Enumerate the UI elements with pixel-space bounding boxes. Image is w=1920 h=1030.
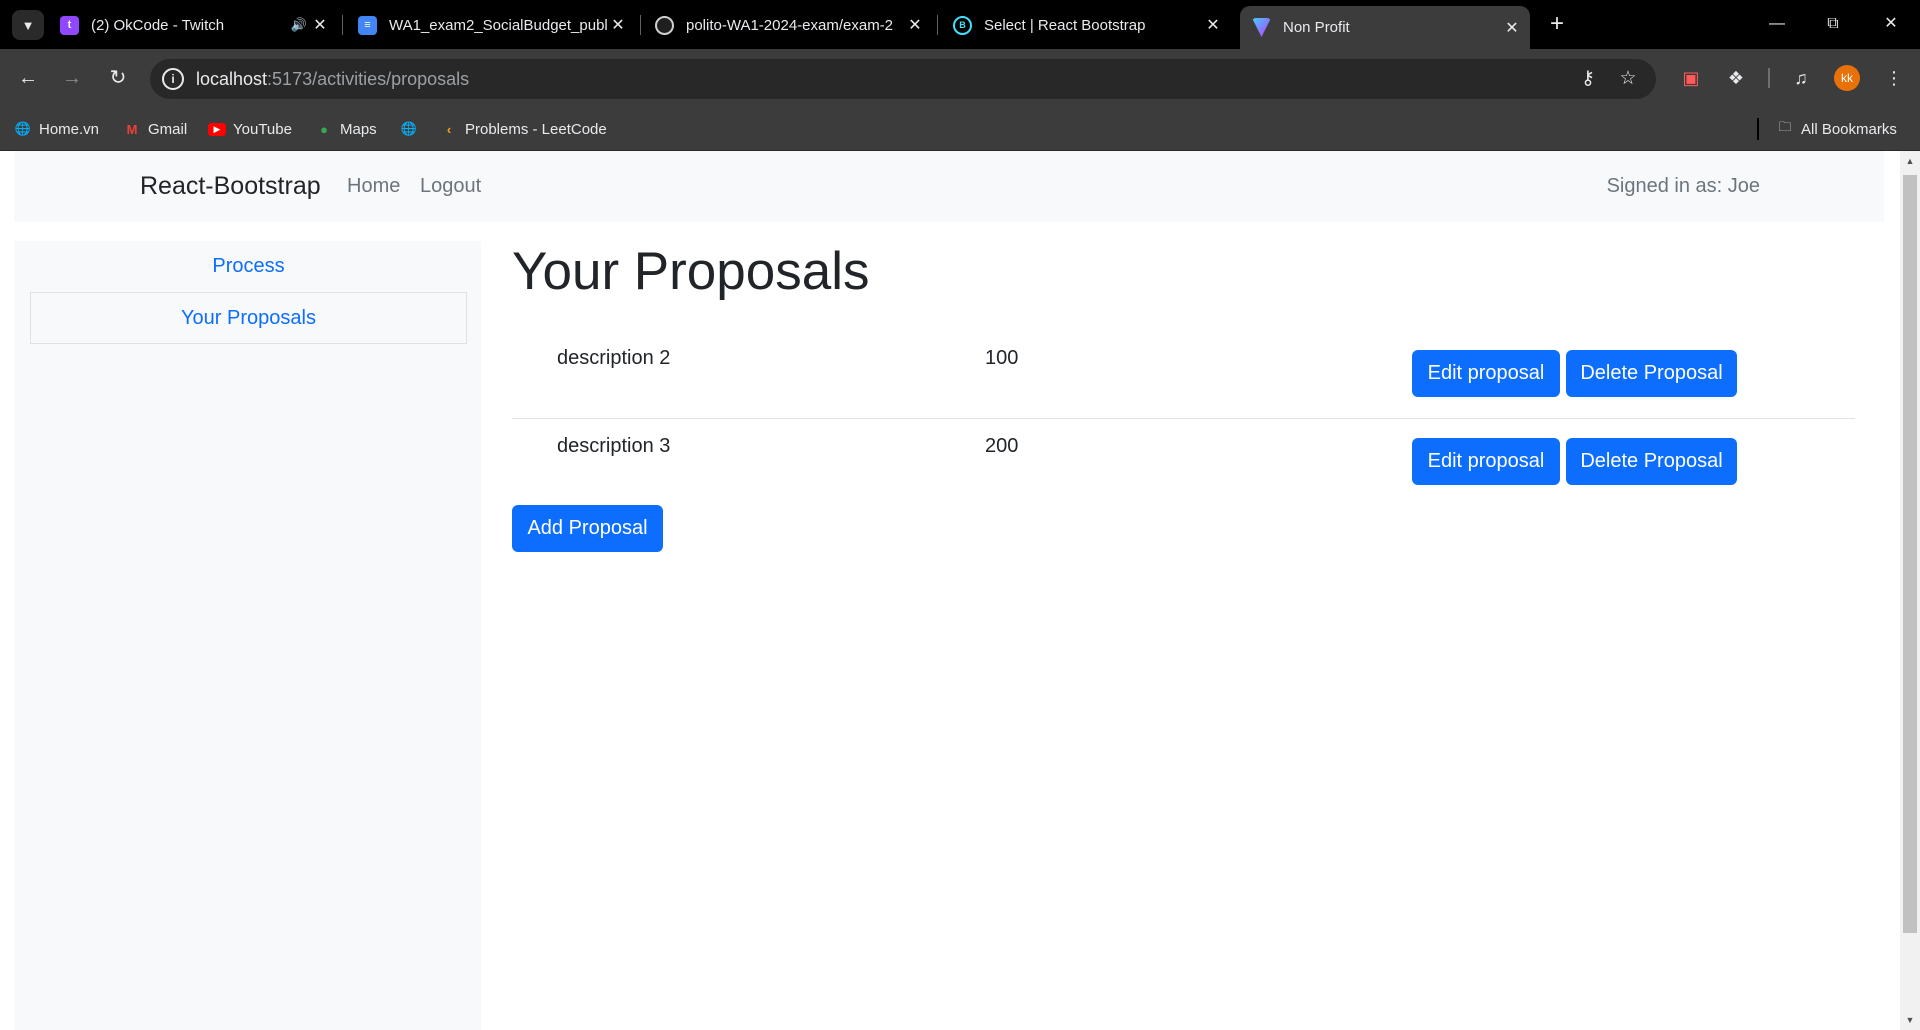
close-tab-icon[interactable]: ✕ (1502, 18, 1522, 38)
sidebar: Process Your Proposals (14, 241, 481, 1030)
browser-tab[interactable]: polito-WA1-2024-exam/exam-2 ✕ (643, 8, 933, 42)
bookmark-item[interactable]: ● Maps (315, 116, 377, 142)
forward-arrow-icon[interactable]: → (57, 63, 87, 93)
bookmark-label: Problems - LeetCode (465, 120, 607, 138)
bookmark-item[interactable]: ▶ YouTube (208, 116, 292, 142)
bookmark-item[interactable]: M Gmail (123, 116, 188, 142)
proposal-amount: 100 (985, 347, 1019, 369)
page-title: Your Proposals (512, 242, 870, 301)
leetcode-icon: ‹ (446, 121, 452, 137)
add-proposal-button[interactable]: Add Proposal (512, 505, 663, 552)
speaker-icon[interactable]: 🔊 (288, 17, 310, 33)
profile-avatar[interactable]: kk (1834, 65, 1860, 91)
bookmark-star-icon[interactable]: ☆ (1616, 67, 1640, 91)
sidebar-item-your-proposals[interactable]: Your Proposals (30, 292, 467, 344)
close-tab-icon[interactable]: ✕ (608, 15, 628, 35)
browser-tab[interactable]: t (2) OkCode - Twitch 🔊 ✕ (48, 8, 338, 42)
vite-icon (1252, 18, 1271, 37)
browser-toolbar: ← → ↻ i localhost:5173/activities/propos… (0, 49, 1920, 108)
gmail-icon: M (126, 121, 138, 137)
url-host: localhost (196, 69, 268, 89)
chevron-down-icon: ▼ (21, 17, 35, 33)
bookmark-label: YouTube (233, 120, 292, 138)
sidebar-item-process[interactable]: Process (30, 241, 467, 293)
tab-title: WA1_exam2_SocialBudget_publ (389, 16, 608, 34)
extension-red-icon[interactable]: ▣ (1677, 64, 1705, 92)
close-tab-icon[interactable]: ✕ (905, 15, 925, 35)
twitch-icon: t (60, 15, 79, 35)
page-scrollbar[interactable]: ▲ ▼ (1900, 151, 1920, 1030)
close-tab-icon[interactable]: ✕ (310, 15, 330, 35)
youtube-icon: ▶ (208, 122, 226, 136)
github-icon (655, 15, 674, 35)
back-arrow-icon[interactable]: ← (13, 63, 43, 93)
bookmarks-divider (1757, 118, 1759, 140)
bookmark-label: Gmail (148, 120, 188, 138)
bookmark-item[interactable]: 🌐 Home.vn (14, 116, 99, 142)
bookmark-label: Maps (340, 120, 377, 138)
globe-icon: 🌐 (14, 121, 32, 136)
bookmark-item[interactable]: 🌐 (400, 116, 425, 142)
tab-title: Select | React Bootstrap (984, 16, 1146, 34)
browser-tab-active[interactable]: Non Profit ✕ (1240, 6, 1530, 49)
browser-tab[interactable]: B Select | React Bootstrap ✕ (941, 8, 1231, 42)
delete-proposal-button[interactable]: Delete Proposal (1566, 438, 1737, 485)
google-docs-icon: ≡ (358, 15, 377, 35)
password-key-icon[interactable]: ⚷ (1576, 67, 1600, 91)
tab-strip: ▼ t (2) OkCode - Twitch 🔊 ✕ ≡ WA1_exam2_… (0, 0, 1920, 49)
tab-divider (342, 15, 343, 35)
delete-proposal-button[interactable]: Delete Proposal (1566, 350, 1737, 397)
edit-proposal-button[interactable]: Edit proposal (1412, 350, 1560, 397)
all-bookmarks-button[interactable]: 🗀 All Bookmarks (1776, 116, 1897, 142)
app-navbar: React-Bootstrap Home Logout Signed in as… (14, 151, 1884, 222)
proposal-row: description 3 200 Edit proposal Delete P… (512, 419, 1855, 507)
browser-tab[interactable]: ≡ WA1_exam2_SocialBudget_publ ✕ (346, 8, 636, 42)
bookmark-label: All Bookmarks (1801, 120, 1897, 138)
proposal-description: description 2 (557, 347, 671, 369)
bookmark-item[interactable]: ‹ Problems - LeetCode (440, 116, 607, 142)
signed-in-text: Signed in as: Joe (1606, 175, 1760, 197)
media-control-icon[interactable]: ♫ (1787, 64, 1815, 92)
minimize-icon[interactable]: — (1752, 8, 1802, 40)
scroll-down-icon[interactable]: ▼ (1900, 1012, 1920, 1028)
tab-title: polito-WA1-2024-exam/exam-2 (686, 16, 894, 34)
maps-icon: ● (320, 121, 328, 137)
proposal-row: description 2 100 Edit proposal Delete P… (512, 331, 1855, 419)
kebab-menu-icon[interactable]: ⋮ (1880, 64, 1908, 92)
globe-icon: 🌐 (400, 121, 418, 136)
close-window-icon[interactable]: ✕ (1866, 8, 1916, 40)
profile-initials: kk (1841, 71, 1853, 85)
navbar-brand[interactable]: React-Bootstrap (140, 172, 321, 201)
tab-divider (937, 15, 938, 35)
tab-title: (2) OkCode - Twitch (91, 16, 225, 34)
extensions-puzzle-icon[interactable]: ❖ (1722, 64, 1750, 92)
close-tab-icon[interactable]: ✕ (1203, 15, 1223, 35)
reload-icon[interactable]: ↻ (103, 63, 133, 93)
site-info-icon[interactable]: i (162, 68, 184, 90)
react-bootstrap-icon: B (953, 15, 972, 35)
nav-link-home[interactable]: Home (347, 175, 400, 198)
folder-icon: 🗀 (1778, 119, 1792, 134)
scroll-up-icon[interactable]: ▲ (1900, 153, 1920, 169)
proposal-description: description 3 (557, 435, 671, 457)
url-path: :5173/activities/proposals (267, 69, 470, 89)
scroll-thumb[interactable] (1903, 175, 1917, 933)
bookmarks-bar: 🌐 Home.vn M Gmail ▶ YouTube ● Maps 🌐 ‹ P… (0, 108, 1920, 151)
url-text[interactable]: localhost:5173/activities/proposals (196, 69, 469, 90)
toolbar-divider (1768, 68, 1770, 88)
restore-icon[interactable]: ⧉ (1808, 8, 1858, 40)
proposal-amount: 200 (985, 435, 1019, 457)
new-tab-button[interactable]: + (1542, 10, 1572, 40)
tab-divider (640, 15, 641, 35)
page-viewport: React-Bootstrap Home Logout Signed in as… (0, 151, 1920, 1030)
nav-link-logout[interactable]: Logout (420, 175, 481, 198)
edit-proposal-button[interactable]: Edit proposal (1412, 438, 1560, 485)
bookmark-label: Home.vn (39, 120, 100, 138)
tab-title: Non Profit (1283, 19, 1350, 36)
address-bar[interactable]: i localhost:5173/activities/proposals ⚷ … (150, 59, 1656, 99)
tab-search-button[interactable]: ▼ (12, 10, 44, 40)
